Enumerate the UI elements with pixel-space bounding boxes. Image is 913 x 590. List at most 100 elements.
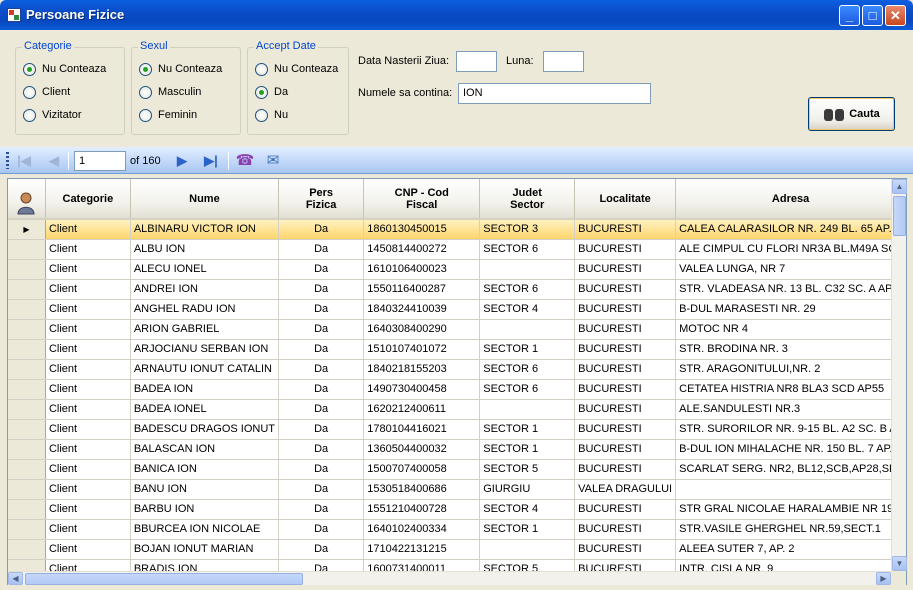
move-last-icon[interactable]: ▶| bbox=[201, 151, 221, 171]
categorie-option[interactable]: Vizitator bbox=[23, 108, 82, 122]
column-header-judet-sector[interactable]: Judet Sector bbox=[479, 179, 576, 220]
cell-judet-sector[interactable]: SECTOR 1 bbox=[479, 519, 576, 540]
cell-categorie[interactable]: Client bbox=[45, 539, 131, 560]
cell-adresa[interactable]: STR. ARAGONITULUI,NR. 2 bbox=[675, 359, 906, 380]
cell-cnp[interactable]: 1860130450015 bbox=[363, 219, 481, 240]
radio-icon[interactable] bbox=[23, 108, 36, 122]
cell-localitate[interactable]: VALEA DRAGULUI bbox=[574, 479, 677, 500]
email-icon[interactable]: ✉ bbox=[262, 149, 284, 171]
move-first-icon[interactable]: |◀ bbox=[14, 151, 34, 171]
column-header-categorie[interactable]: Categorie bbox=[45, 179, 131, 220]
cell-categorie[interactable]: Client bbox=[45, 399, 131, 420]
cell-categorie[interactable]: Client bbox=[45, 319, 131, 340]
row-header[interactable] bbox=[8, 259, 46, 280]
cell-cnp[interactable]: 1500707400058 bbox=[363, 459, 481, 480]
cell-pers-fizica[interactable]: Da bbox=[278, 519, 365, 540]
sexul-option[interactable]: Feminin bbox=[139, 108, 197, 122]
cell-judet-sector[interactable]: SECTOR 6 bbox=[479, 279, 576, 300]
scroll-left-icon[interactable]: ◀ bbox=[8, 572, 23, 585]
cell-localitate[interactable]: BUCURESTI bbox=[574, 299, 677, 320]
ziua-input[interactable] bbox=[456, 51, 497, 72]
move-previous-icon[interactable]: ◀ bbox=[44, 151, 64, 171]
cell-pers-fizica[interactable]: Da bbox=[278, 379, 365, 400]
table-row[interactable]: Client BADEA ION Da 1490730400458 SECTOR 6 BU… bbox=[8, 379, 906, 400]
column-header-nume[interactable]: Nume bbox=[130, 179, 280, 220]
row-header[interactable] bbox=[8, 359, 46, 380]
cell-categorie[interactable]: Client bbox=[45, 479, 131, 500]
vertical-scrollbar[interactable]: ▲ ▼ bbox=[891, 179, 907, 571]
toolbar-grip[interactable] bbox=[6, 152, 9, 169]
radio-icon[interactable] bbox=[23, 85, 36, 99]
row-header[interactable] bbox=[8, 279, 46, 300]
categorie-option[interactable]: Client bbox=[23, 85, 70, 99]
row-header[interactable] bbox=[8, 539, 46, 560]
cell-pers-fizica[interactable]: Da bbox=[278, 259, 365, 280]
table-row[interactable]: Client BBURCEA ION NICOLAE Da 1640102400334… bbox=[8, 519, 906, 540]
cell-nume[interactable]: ANDREI ION bbox=[130, 279, 280, 300]
cell-localitate[interactable]: BUCURESTI bbox=[574, 239, 677, 260]
accept-date-option[interactable]: Da bbox=[255, 85, 288, 99]
cell-localitate[interactable]: BUCURESTI bbox=[574, 319, 677, 340]
cell-nume[interactable]: BANICA ION bbox=[130, 459, 280, 480]
position-input[interactable]: 1 bbox=[74, 151, 126, 171]
cell-adresa[interactable] bbox=[675, 479, 906, 500]
cell-adresa[interactable]: ALEEA SUTER 7, AP. 2 bbox=[675, 539, 906, 560]
cell-categorie[interactable]: Client bbox=[45, 339, 131, 360]
scroll-up-icon[interactable]: ▲ bbox=[892, 179, 907, 194]
cell-localitate[interactable]: BUCURESTI bbox=[574, 459, 677, 480]
cell-adresa[interactable]: B-DUL MARASESTI NR. 29 bbox=[675, 299, 906, 320]
cell-nume[interactable]: BBURCEA ION NICOLAE bbox=[130, 519, 280, 540]
cell-categorie[interactable]: Client bbox=[45, 279, 131, 300]
cell-categorie[interactable]: Client bbox=[45, 439, 131, 460]
radio-icon[interactable] bbox=[23, 62, 36, 76]
cell-judet-sector[interactable]: SECTOR 6 bbox=[479, 359, 576, 380]
cell-categorie[interactable]: Client bbox=[45, 459, 131, 480]
column-header-localitate[interactable]: Localitate bbox=[574, 179, 677, 220]
cell-cnp[interactable]: 1640102400334 bbox=[363, 519, 481, 540]
data-grid[interactable]: Categorie Nume Pers Fizica CNP - Cod Fis… bbox=[7, 178, 907, 585]
radio-icon[interactable] bbox=[255, 62, 268, 76]
row-header[interactable] bbox=[8, 439, 46, 460]
cell-nume[interactable]: ANGHEL RADU ION bbox=[130, 299, 280, 320]
vertical-scroll-thumb[interactable] bbox=[893, 196, 906, 236]
cell-nume[interactable]: BADEA ION bbox=[130, 379, 280, 400]
radio-icon[interactable] bbox=[139, 62, 152, 76]
move-next-icon[interactable]: ▶ bbox=[172, 151, 192, 171]
cell-pers-fizica[interactable]: Da bbox=[278, 279, 365, 300]
cell-cnp[interactable]: 1490730400458 bbox=[363, 379, 481, 400]
row-header[interactable] bbox=[8, 479, 46, 500]
cell-pers-fizica[interactable]: Da bbox=[278, 419, 365, 440]
cell-localitate[interactable]: BUCURESTI bbox=[574, 279, 677, 300]
cell-judet-sector[interactable]: SECTOR 3 bbox=[479, 219, 576, 240]
cell-categorie[interactable]: Client bbox=[45, 219, 131, 240]
row-header[interactable] bbox=[8, 379, 46, 400]
cell-nume[interactable]: BANU ION bbox=[130, 479, 280, 500]
cell-adresa[interactable]: SCARLAT SERG. NR2, BL12,SCB,AP28,SE bbox=[675, 459, 906, 480]
row-header[interactable] bbox=[8, 459, 46, 480]
row-header[interactable] bbox=[8, 319, 46, 340]
cell-pers-fizica[interactable]: Da bbox=[278, 359, 365, 380]
cell-nume[interactable]: ALECU IONEL bbox=[130, 259, 280, 280]
cell-nume[interactable]: BOJAN IONUT MARIAN bbox=[130, 539, 280, 560]
cell-categorie[interactable]: Client bbox=[45, 379, 131, 400]
cell-adresa[interactable]: STR.VASILE GHERGHEL NR.59,SECT.1 bbox=[675, 519, 906, 540]
radio-icon[interactable] bbox=[139, 85, 152, 99]
row-header[interactable]: ▶ bbox=[8, 219, 46, 240]
maximize-button[interactable]: □ bbox=[862, 5, 883, 26]
cell-localitate[interactable]: BUCURESTI bbox=[574, 499, 677, 520]
cell-localitate[interactable]: BUCURESTI bbox=[574, 339, 677, 360]
cell-cnp[interactable]: 1510107401072 bbox=[363, 339, 481, 360]
table-row[interactable]: Client BANU ION Da 1530518400686 GIURGIU VALE… bbox=[8, 479, 906, 500]
cell-judet-sector[interactable]: GIURGIU bbox=[479, 479, 576, 500]
cell-adresa[interactable]: STR. BRODINA NR. 3 bbox=[675, 339, 906, 360]
cell-categorie[interactable]: Client bbox=[45, 519, 131, 540]
cell-adresa[interactable]: ALE CIMPUL CU FLORI NR3A BL.M49A SC bbox=[675, 239, 906, 260]
column-header-adresa[interactable]: Adresa bbox=[675, 179, 906, 220]
accept-date-option[interactable]: Nu bbox=[255, 108, 288, 122]
cell-judet-sector[interactable] bbox=[479, 259, 576, 280]
horizontal-scroll-thumb[interactable] bbox=[25, 573, 303, 585]
luna-input[interactable] bbox=[543, 51, 584, 72]
cell-adresa[interactable]: B-DUL ION MIHALACHE NR. 150 BL. 7 AP. bbox=[675, 439, 906, 460]
table-row[interactable]: Client ALBU ION Da 1450814400272 SECTOR 6 BUC… bbox=[8, 239, 906, 260]
cell-cnp[interactable]: 1551210400728 bbox=[363, 499, 481, 520]
